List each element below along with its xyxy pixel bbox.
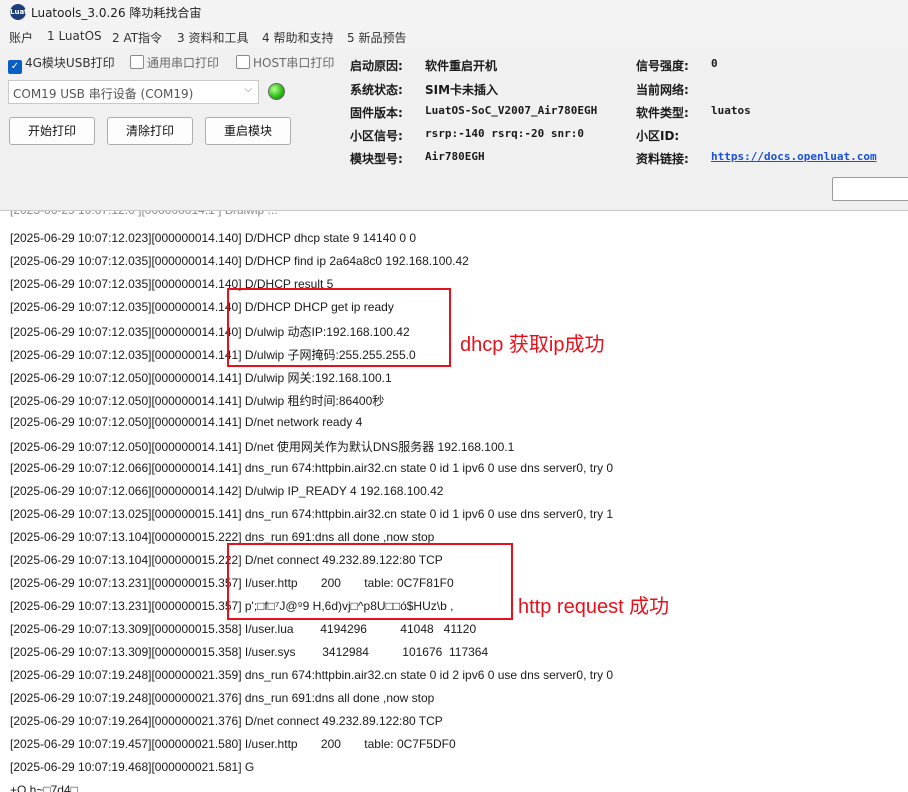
software-type-value: luatos	[711, 104, 751, 117]
host-print-checkbox[interactable]: HOST串口打印	[236, 54, 334, 71]
network-label: 当前网络:	[636, 83, 689, 97]
http-highlight-box	[227, 543, 513, 620]
start-print-button[interactable]: 开始打印	[9, 117, 95, 145]
cell-signal-label: 小区信号:	[350, 129, 403, 143]
log-line: [2025-06-29 10:07:12.066][000000014.141]…	[10, 461, 614, 475]
module-model-label: 模块型号:	[350, 152, 403, 166]
docs-link[interactable]: https://docs.openluat.com	[711, 150, 877, 163]
menu-resources-tools[interactable]: 3 资料和工具	[177, 29, 248, 46]
docs-label: 资料链接:	[636, 152, 689, 166]
http-annotation: http request 成功	[518, 596, 670, 618]
log-line: [2025-06-29 10:07:13.025][000000015.141]…	[10, 507, 614, 521]
log-line: [2025-06-29 10:07:12.050][000000014.141]…	[10, 371, 392, 385]
menu-account[interactable]: 账户	[9, 29, 33, 46]
module-model-value: Air780EGH	[425, 150, 485, 163]
log-line: [2025-06-29 10:07:12.035][000000014.140]…	[10, 254, 469, 268]
menu-bar: 账户 1 LuatOS 2 AT指令 3 资料和工具 4 帮助和支持 5 新品预…	[0, 24, 908, 48]
boot-reason-label: 启动原因:	[350, 59, 403, 73]
menu-help-support[interactable]: 4 帮助和支持	[262, 29, 333, 46]
menu-luatos[interactable]: 1 LuatOS	[47, 29, 102, 43]
checkbox-unchecked-icon	[236, 55, 250, 69]
uart-print-checkbox[interactable]: 通用串口打印	[130, 54, 219, 71]
system-status-value: SIM卡未插入	[425, 83, 499, 97]
firmware-label: 固件版本:	[350, 106, 403, 120]
log-line-partial: [2025-06-29 10:07:12.0 ][000000014.1 ] D…	[10, 210, 278, 217]
clear-print-button[interactable]: 清除打印	[107, 117, 193, 145]
software-type-label: 软件类型:	[636, 106, 689, 120]
log-line: [2025-06-29 10:07:12.023][000000014.140]…	[10, 231, 417, 245]
log-output[interactable]: [2025-06-29 10:07:12.0 ][000000014.1 ] D…	[0, 210, 908, 792]
log-line: [2025-06-29 10:07:13.309][000000015.358]…	[10, 645, 489, 659]
restart-module-button[interactable]: 重启模块	[205, 117, 291, 145]
menu-new-products[interactable]: 5 新品预告	[347, 29, 406, 46]
usb-print-label: 4G模块USB打印	[25, 56, 115, 70]
checkbox-checked-icon: ✓	[8, 60, 22, 74]
window-title: Luatools_3.0.26 降功耗找合宙	[31, 6, 202, 20]
signal-strength-label: 信号强度:	[636, 59, 689, 73]
title-bar: Luat Luatools_3.0.26 降功耗找合宙	[0, 0, 908, 24]
signal-strength-value: 0	[711, 57, 718, 70]
cell-id-label: 小区ID:	[636, 129, 680, 143]
boot-reason-value: 软件重启开机	[425, 59, 498, 73]
log-line: [2025-06-29 10:07:19.457][000000021.580]…	[10, 737, 456, 751]
log-line: [2025-06-29 10:07:12.050][000000014.141]…	[10, 440, 515, 454]
host-print-label: HOST串口打印	[253, 56, 335, 70]
uart-print-label: 通用串口打印	[147, 56, 220, 70]
dhcp-annotation: dhcp 获取ip成功	[460, 334, 605, 356]
chevron-down-icon: ⌵	[244, 84, 252, 95]
log-line: [2025-06-29 10:07:12.066][000000014.142]…	[10, 484, 444, 498]
log-line: [2025-06-29 10:07:19.248][000000021.376]…	[10, 691, 435, 705]
system-status-label: 系统状态:	[350, 83, 403, 97]
cell-signal-value: rsrp:-140 rsrq:-20 snr:0	[425, 127, 584, 140]
log-line: [2025-06-29 10:07:13.309][000000015.358]…	[10, 622, 477, 636]
log-line: [2025-06-29 10:07:12.050][000000014.141]…	[10, 394, 385, 408]
port-select[interactable]: COM19 USB 串行设备 (COM19) ⌵	[8, 80, 259, 104]
control-panel: ✓ 4G模块USB打印 通用串口打印 HOST串口打印 COM19 USB 串行设…	[0, 48, 908, 210]
usb-print-checkbox[interactable]: ✓ 4G模块USB打印	[8, 54, 115, 74]
menu-at-commands[interactable]: 2 AT指令	[112, 29, 162, 46]
log-line: [2025-06-29 10:07:19.248][000000021.359]…	[10, 668, 614, 682]
log-line: [2025-06-29 10:07:19.468][000000021.581]…	[10, 760, 255, 774]
checkbox-unchecked-icon	[130, 55, 144, 69]
dhcp-highlight-box	[227, 288, 451, 367]
log-line: [2025-06-29 10:07:12.050][000000014.141]…	[10, 415, 363, 429]
log-line: [2025-06-29 10:07:13.104][000000015.222]…	[10, 530, 435, 544]
app-logo-icon: Luat	[10, 4, 28, 20]
log-line: [2025-06-29 10:07:19.264][000000021.376]…	[10, 714, 443, 728]
search-input[interactable]	[832, 177, 908, 201]
firmware-value: LuatOS-SoC_V2007_Air780EGH	[425, 104, 598, 117]
port-select-value: COM19 USB 串行设备 (COM19)	[13, 87, 194, 101]
status-led-icon	[268, 83, 285, 100]
